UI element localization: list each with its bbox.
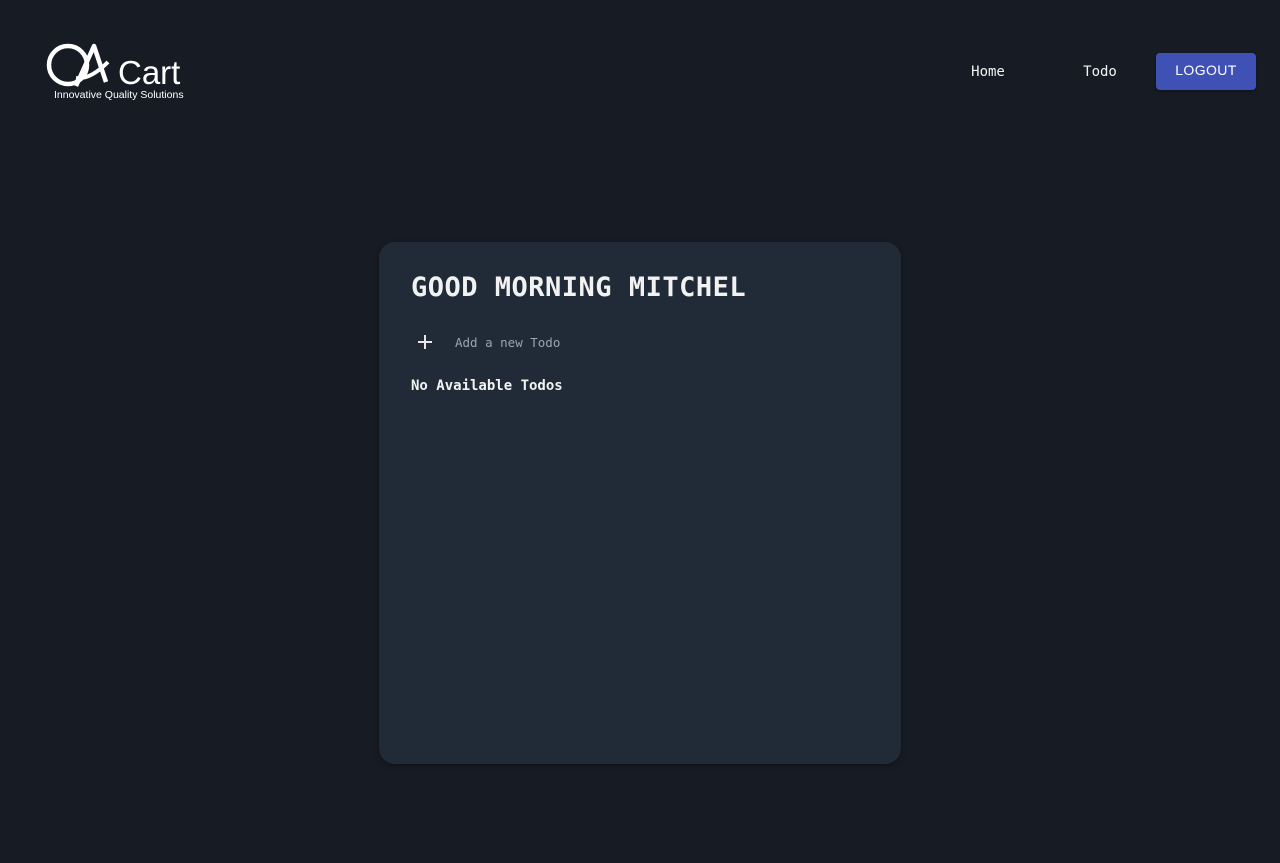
nav-home-link[interactable]: Home	[952, 62, 1024, 82]
svg-text:Innovative Quality Solutions: Innovative Quality Solutions	[54, 89, 184, 101]
greeting-heading: GOOD MORNING MITCHEL	[411, 272, 747, 303]
add-todo-row[interactable]	[415, 328, 655, 356]
qacart-logo[interactable]: Cart Innovative Quality Solutions	[46, 40, 198, 104]
add-todo-input[interactable]	[455, 334, 655, 350]
plus-icon[interactable]	[415, 332, 435, 352]
logout-button[interactable]: LOGOUT	[1156, 53, 1256, 90]
svg-text:Cart: Cart	[118, 54, 180, 91]
empty-todos-message: No Available Todos	[411, 378, 563, 394]
top-navbar: Cart Innovative Quality Solutions Home T…	[0, 0, 1280, 140]
logout-button-label: LOGOUT	[1175, 62, 1237, 78]
todo-card: GOOD MORNING MITCHEL No Available Todos	[379, 242, 901, 764]
nav-todo-link[interactable]: Todo	[1064, 62, 1136, 82]
